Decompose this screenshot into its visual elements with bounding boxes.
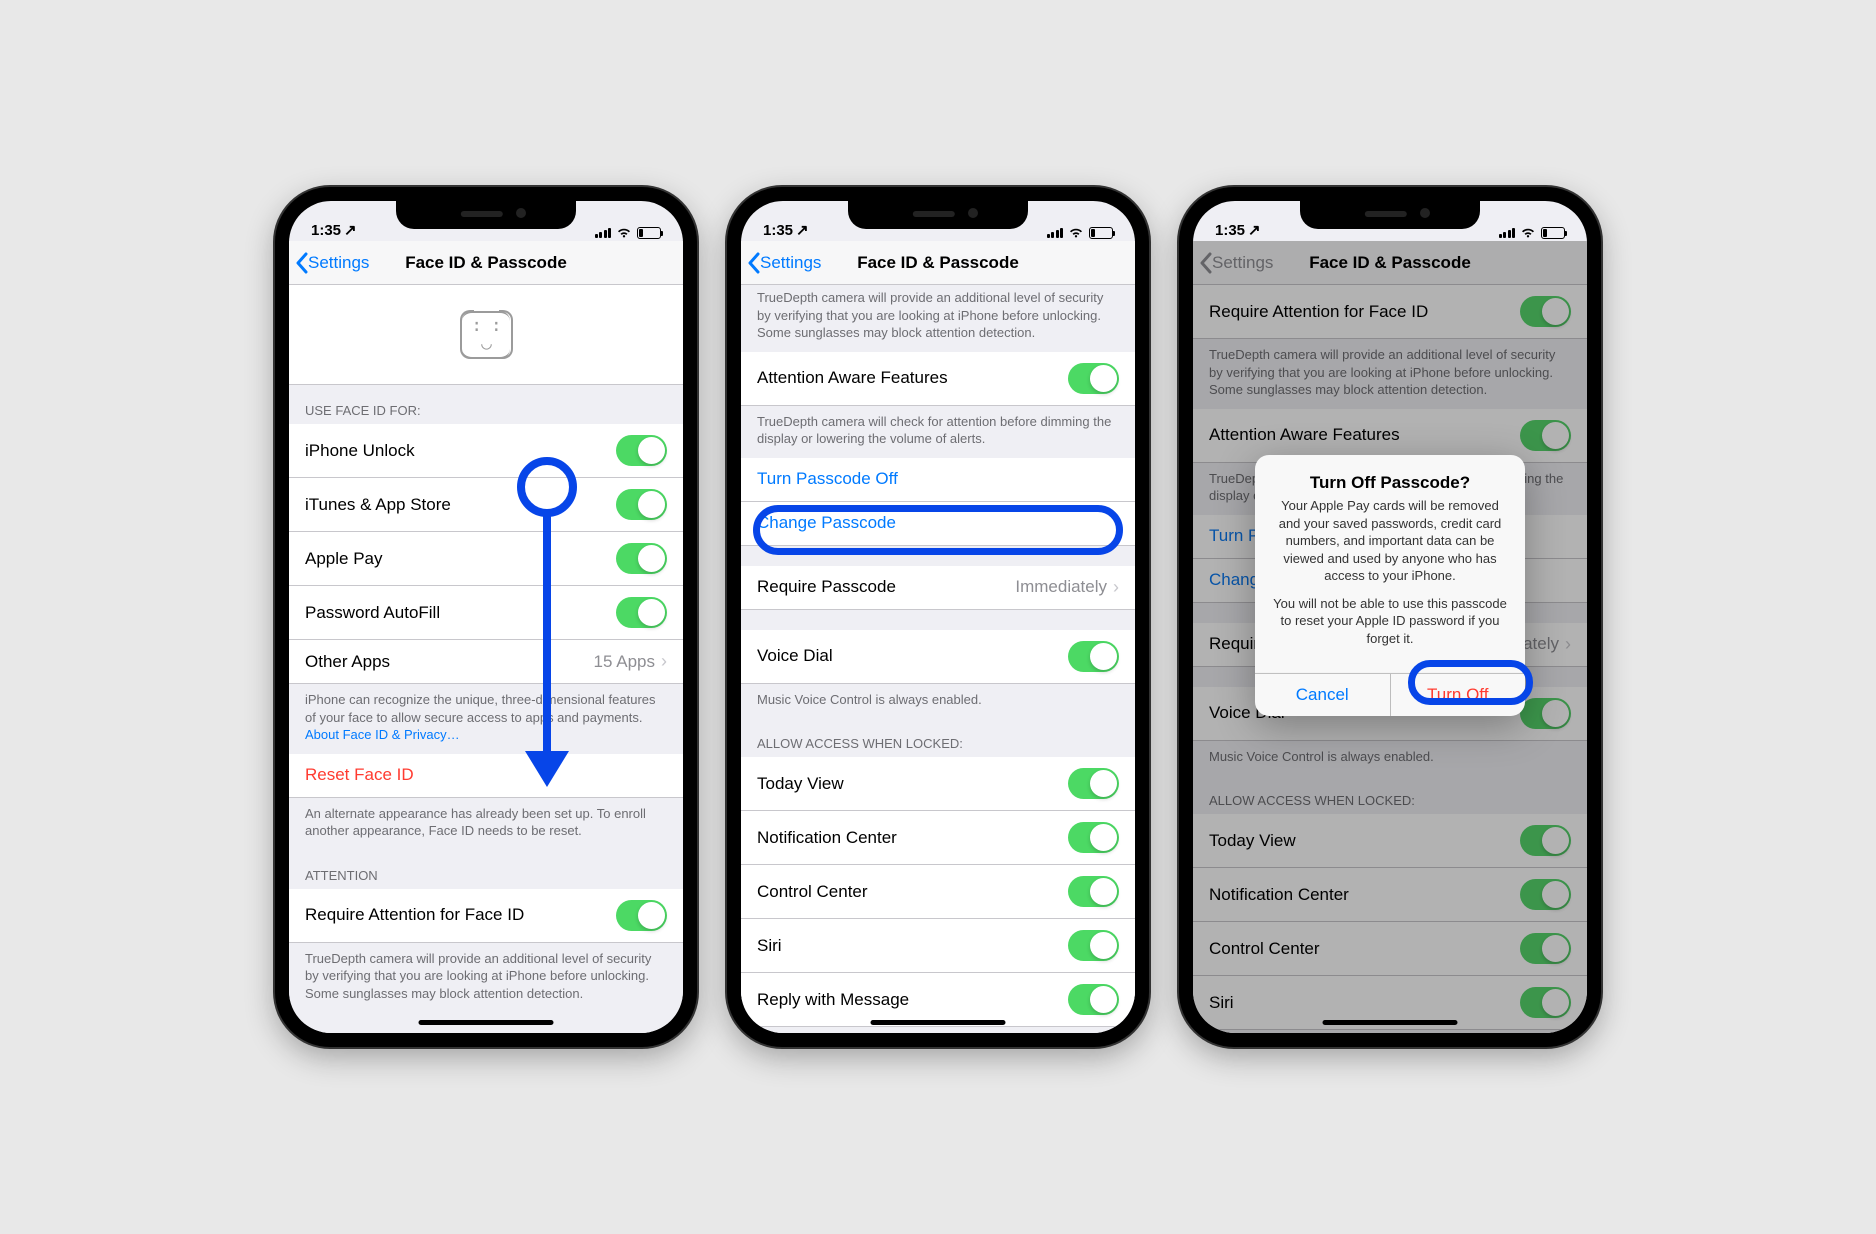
toggle-attention-aware[interactable] <box>1068 363 1119 394</box>
cell-attention-aware[interactable]: Attention Aware Features <box>741 352 1135 406</box>
group-header-use-face-id: USE FACE ID FOR: <box>289 385 683 424</box>
other-apps-count: 15 Apps <box>594 652 655 672</box>
cell-control-center[interactable]: Control Center <box>741 865 1135 919</box>
group-header-attention: ATTENTION <box>289 850 683 889</box>
cell-voice-dial[interactable]: Voice Dial <box>741 630 1135 684</box>
toggle-apple-pay[interactable] <box>616 543 667 574</box>
footer-attention-aware: TrueDepth camera will check for attentio… <box>741 406 1135 458</box>
cell-reset-face-id[interactable]: Reset Face ID <box>289 754 683 798</box>
footer-truedepth-frag: TrueDepth camera will provide an additio… <box>741 285 1135 352</box>
phone-2: 1:35↗ Settings Face ID & Passcode TrueDe… <box>727 187 1149 1047</box>
cell-require-attention: Require Attention for Face ID <box>1193 285 1587 339</box>
alert-turn-off-passcode: Turn Off Passcode? Your Apple Pay cards … <box>1255 455 1525 716</box>
chevron-left-icon <box>295 252 308 274</box>
toggle-autofill[interactable] <box>616 597 667 628</box>
cell-turn-passcode-off[interactable]: Turn Passcode Off <box>741 458 1135 502</box>
cell-control-center: Control Center <box>1193 922 1587 976</box>
settings-content[interactable]: : :◡ USE FACE ID FOR: iPhone Unlock iTun… <box>289 285 683 1033</box>
nav-bar: Settings Face ID & Passcode <box>741 241 1135 285</box>
phone-1: 1:35↗ Settings Face ID & Passcode : :◡ U… <box>275 187 697 1047</box>
toggle-require-attention <box>1520 296 1571 327</box>
cell-notification-center[interactable]: Notification Center <box>741 811 1135 865</box>
wifi-icon <box>1068 227 1084 239</box>
toggle-control-center[interactable] <box>1068 876 1119 907</box>
cell-notification-center: Notification Center <box>1193 868 1587 922</box>
cell-autofill[interactable]: Password AutoFill <box>289 586 683 640</box>
home-indicator[interactable] <box>871 1020 1006 1025</box>
battery-icon <box>1089 227 1113 239</box>
cell-today-view: Today View <box>1193 814 1587 868</box>
chevron-right-icon: › <box>1113 577 1119 598</box>
alert-message: Your Apple Pay cards will be removed and… <box>1271 497 1509 647</box>
back-button[interactable]: Settings <box>741 252 821 274</box>
toggle-itunes[interactable] <box>616 489 667 520</box>
back-button[interactable]: Settings <box>289 252 369 274</box>
toggle-require-attention[interactable] <box>616 900 667 931</box>
signal-icon <box>1047 228 1064 238</box>
signal-icon <box>595 228 612 238</box>
back-label: Settings <box>308 253 369 273</box>
chevron-right-icon: › <box>661 651 667 672</box>
alert-cancel-button[interactable]: Cancel <box>1255 674 1391 716</box>
cell-other-apps[interactable]: Other Apps15 Apps› <box>289 640 683 684</box>
wifi-icon <box>616 227 632 239</box>
alert-title: Turn Off Passcode? <box>1271 473 1509 493</box>
cell-require-attention[interactable]: Require Attention for Face ID <box>289 889 683 943</box>
footer-reset: An alternate appearance has already been… <box>289 798 683 850</box>
cell-require-passcode[interactable]: Require PasscodeImmediately› <box>741 566 1135 610</box>
home-indicator[interactable] <box>419 1020 554 1025</box>
location-icon: ↗ <box>344 221 357 239</box>
cell-apple-pay[interactable]: Apple Pay <box>289 532 683 586</box>
chevron-left-icon <box>1199 252 1212 274</box>
require-passcode-value: Immediately <box>1015 577 1107 597</box>
cell-iphone-unlock[interactable]: iPhone Unlock <box>289 424 683 478</box>
cell-itunes[interactable]: iTunes & App Store <box>289 478 683 532</box>
toggle-reply-message[interactable] <box>1068 984 1119 1015</box>
status-time: 1:35 <box>311 222 341 239</box>
signal-icon <box>1499 228 1516 238</box>
toggle-iphone-unlock[interactable] <box>616 435 667 466</box>
back-button: Settings <box>1193 252 1273 274</box>
cell-today-view[interactable]: Today View <box>741 757 1135 811</box>
home-indicator <box>1323 1020 1458 1025</box>
face-id-icon: : :◡ <box>462 311 510 359</box>
footer-face-id: iPhone can recognize the unique, three-d… <box>289 684 683 754</box>
toggle-siri[interactable] <box>1068 930 1119 961</box>
chevron-left-icon <box>747 252 760 274</box>
settings-content[interactable]: TrueDepth camera will provide an additio… <box>741 285 1135 1033</box>
toggle-voice-dial[interactable] <box>1068 641 1119 672</box>
battery-icon <box>1541 227 1565 239</box>
toggle-notification-center[interactable] <box>1068 822 1119 853</box>
cell-siri[interactable]: Siri <box>741 919 1135 973</box>
nav-bar: Settings Face ID & Passcode <box>1193 241 1587 285</box>
phone-3: 1:35↗ Settings Face ID & Passcode Requir… <box>1179 187 1601 1047</box>
wifi-icon <box>1520 227 1536 239</box>
alert-turnoff-button[interactable]: Turn Off <box>1391 674 1526 716</box>
cell-change-passcode[interactable]: Change Passcode <box>741 502 1135 546</box>
footer-voice-dial: Music Voice Control is always enabled. <box>741 684 1135 719</box>
nav-bar: Settings Face ID & Passcode <box>289 241 683 285</box>
toggle-attention-aware <box>1520 420 1571 451</box>
group-header-allow-access: ALLOW ACCESS WHEN LOCKED: <box>741 718 1135 757</box>
battery-icon <box>637 227 661 239</box>
footer-truedepth: TrueDepth camera will provide an additio… <box>1193 339 1587 409</box>
toggle-today-view[interactable] <box>1068 768 1119 799</box>
link-about-faceid[interactable]: About Face ID & Privacy… <box>305 727 460 742</box>
face-id-graphic: : :◡ <box>289 285 683 385</box>
footer-require-attention: TrueDepth camera will provide an additio… <box>289 943 683 1013</box>
